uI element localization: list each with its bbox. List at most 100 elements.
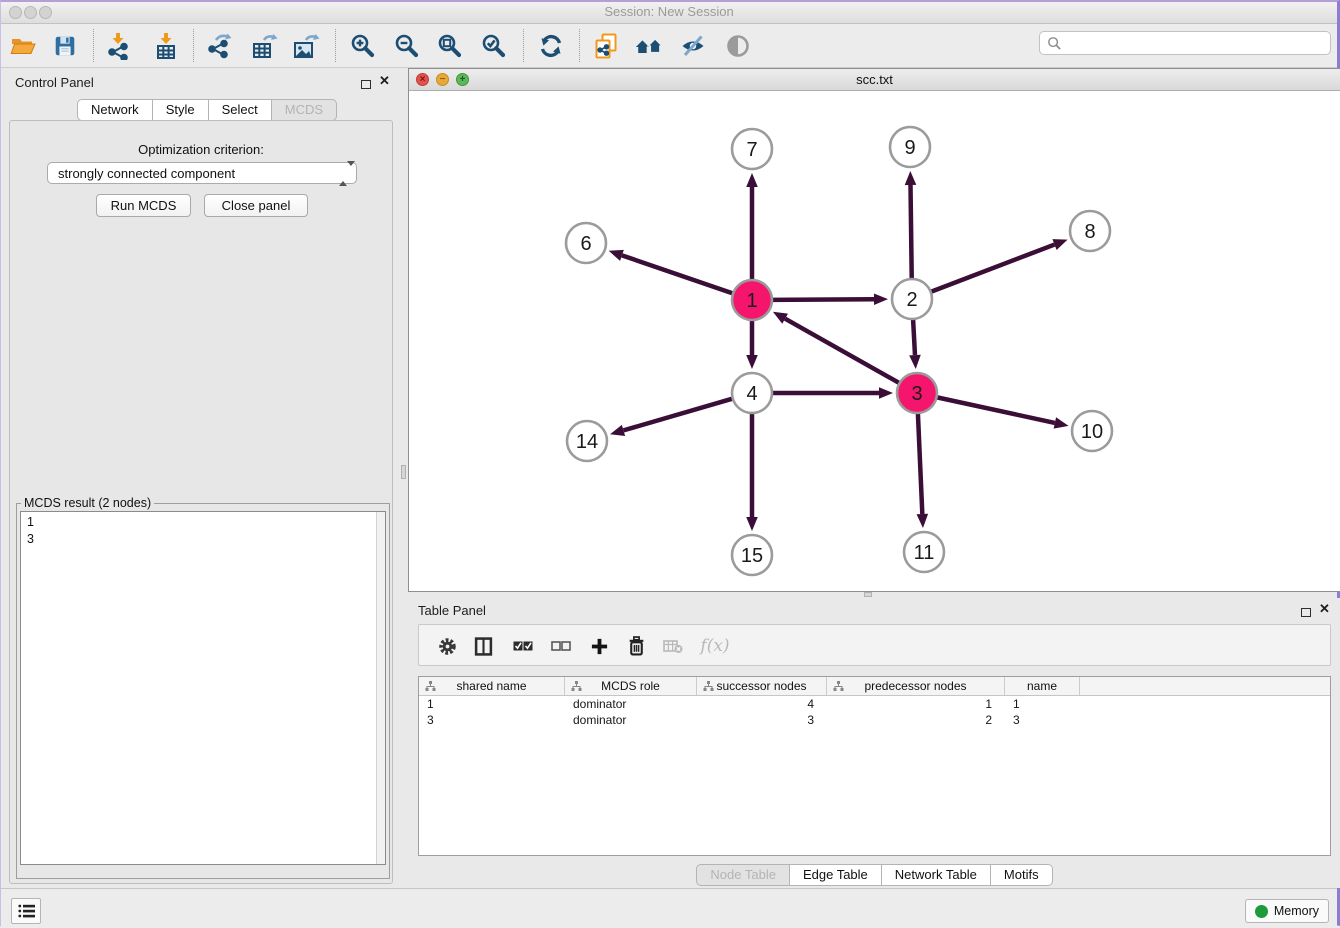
toggle-panel-button[interactable]	[470, 634, 496, 658]
window-maximize-button[interactable]: +	[456, 73, 469, 86]
control-panel-tabs: NetworkStyleSelectMCDS	[77, 99, 337, 121]
column-header-predecessor-nodes[interactable]: predecessor nodes	[827, 677, 1005, 695]
window-close-circle[interactable]	[9, 6, 22, 19]
graph-node-label-3: 3	[911, 383, 922, 405]
session-title: Session: New Session	[1, 2, 1337, 22]
graph-edge-3-10[interactable]	[937, 397, 1055, 423]
cell-MCDS-role[interactable]: dominator	[565, 712, 697, 728]
table-row[interactable]: 3dominator323	[419, 712, 1330, 728]
column-header-MCDS-role[interactable]: MCDS role	[565, 677, 697, 695]
tab-edge-table[interactable]: Edge Table	[789, 864, 882, 886]
network-canvas-svg[interactable]: 7968124314101511	[409, 91, 1340, 591]
cell-successor-nodes[interactable]: 3	[697, 712, 827, 728]
cell-predecessor-nodes[interactable]: 2	[827, 712, 1005, 728]
delete-table-button[interactable]	[660, 634, 686, 658]
open-session-button[interactable]	[8, 31, 38, 61]
zoom-fit-button[interactable]	[435, 31, 465, 61]
column-header-successor-nodes[interactable]: successor nodes	[697, 677, 827, 695]
create-column-button[interactable]	[586, 634, 612, 658]
node-table: shared nameMCDS role successor nodes prede…	[418, 676, 1331, 856]
window-minimize-button[interactable]: −	[436, 73, 449, 86]
function-builder-button[interactable]: f(x)	[697, 634, 733, 658]
graph-edge-3-11[interactable]	[918, 413, 922, 514]
search-box[interactable]	[1039, 31, 1331, 55]
vertical-splitter-handle[interactable]	[401, 465, 406, 479]
zoom-in-button[interactable]	[348, 31, 378, 61]
column-header-shared-name[interactable]: shared name	[419, 677, 565, 695]
criterion-select[interactable]: strongly connected component	[47, 162, 357, 184]
toolbar-separator	[579, 29, 580, 62]
tab-select[interactable]: Select	[208, 99, 272, 121]
duplicate-network-button[interactable]	[591, 31, 621, 61]
cell-name[interactable]: 3	[1005, 712, 1080, 728]
tab-node-table[interactable]: Node Table	[696, 864, 790, 886]
table-row[interactable]: 1dominator411	[419, 696, 1330, 712]
table-panel-title: Table Panel	[418, 603, 486, 618]
graph-edge-arrowhead-1-4	[746, 355, 758, 369]
memory-button[interactable]: Memory	[1245, 899, 1329, 923]
network-view-window: × − + scc.txt 7968124314101511	[408, 68, 1340, 592]
first-neighbors-button[interactable]	[634, 31, 664, 61]
app-titlebar: Session: New Session	[1, 2, 1337, 24]
graph-edge-2-3[interactable]	[913, 319, 915, 355]
window-zoom-circle[interactable]	[39, 6, 52, 19]
tab-network[interactable]: Network	[77, 99, 153, 121]
graph-edge-1-2[interactable]	[772, 299, 874, 300]
apply-layout-button[interactable]	[536, 31, 566, 61]
show-all-columns-button[interactable]	[510, 634, 536, 658]
import-table-button[interactable]	[151, 31, 181, 61]
horizontal-splitter-handle[interactable]	[864, 592, 872, 597]
column-header-label: name	[1027, 679, 1057, 693]
cell-name[interactable]: 1	[1005, 696, 1080, 712]
hide-all-columns-button[interactable]	[548, 634, 574, 658]
duplicate-network-icon	[592, 32, 620, 60]
float-panel-icon[interactable]	[361, 76, 371, 94]
search-input[interactable]	[1067, 36, 1317, 50]
delete-columns-button[interactable]	[623, 634, 649, 658]
cell-shared-name[interactable]: 1	[419, 696, 565, 712]
export-network-button[interactable]	[205, 31, 235, 61]
mcds-result-area[interactable]: 1 3	[20, 511, 386, 865]
panel-selector-button[interactable]	[11, 898, 41, 924]
graph-edge-4-14[interactable]	[623, 399, 732, 431]
export-image-button[interactable]	[291, 31, 321, 61]
window-minimize-circle[interactable]	[24, 6, 37, 19]
tab-mcds[interactable]: MCDS	[271, 99, 337, 121]
export-table-button[interactable]	[249, 31, 279, 61]
network-window-titlebar[interactable]: × − + scc.txt	[409, 69, 1340, 91]
graph-edge-arrowhead-2-9	[905, 171, 917, 185]
graph-edge-1-6[interactable]	[622, 255, 733, 293]
tab-style[interactable]: Style	[152, 99, 209, 121]
run-mcds-button[interactable]: Run MCDS	[96, 194, 191, 217]
cell-predecessor-nodes[interactable]: 1	[827, 696, 1005, 712]
cell-shared-name[interactable]: 3	[419, 712, 565, 728]
close-panel-icon[interactable]: ✕	[379, 76, 390, 86]
zoom-out-button[interactable]	[392, 31, 422, 61]
mcds-result-text: 1 3	[21, 512, 385, 548]
zoom-selected-button[interactable]	[479, 31, 509, 61]
cell-successor-nodes[interactable]: 4	[697, 696, 827, 712]
tab-motifs[interactable]: Motifs	[990, 864, 1053, 886]
graph-edge-arrowhead-2-8	[1052, 239, 1067, 250]
mcds-result-scrollbar[interactable]	[376, 512, 385, 864]
close-panel-button[interactable]: Close panel	[204, 194, 308, 217]
hide-graphics-details-button[interactable]	[678, 31, 708, 61]
tab-network-table[interactable]: Network Table	[881, 864, 991, 886]
save-session-button[interactable]	[50, 31, 80, 61]
main-toolbar	[1, 24, 1337, 68]
graph-edge-2-9[interactable]	[911, 185, 912, 279]
show-graphics-details-button[interactable]	[723, 31, 753, 61]
table-float-panel-icon[interactable]	[1301, 604, 1311, 622]
network-window-title: scc.txt	[409, 69, 1340, 90]
control-panel-title: Control Panel	[15, 75, 94, 90]
import-network-button[interactable]	[103, 31, 133, 61]
graph-edge-2-8[interactable]	[931, 245, 1055, 292]
column-header-name[interactable]: name	[1005, 677, 1080, 695]
window-close-button[interactable]: ×	[416, 73, 429, 86]
table-options-button[interactable]	[434, 634, 460, 658]
cell-MCDS-role[interactable]: dominator	[565, 696, 697, 712]
graph-edge-3-1[interactable]	[785, 319, 899, 384]
toolbar-separator	[335, 29, 336, 62]
column-header-label: successor nodes	[716, 679, 806, 693]
table-close-panel-icon[interactable]: ✕	[1319, 604, 1330, 614]
